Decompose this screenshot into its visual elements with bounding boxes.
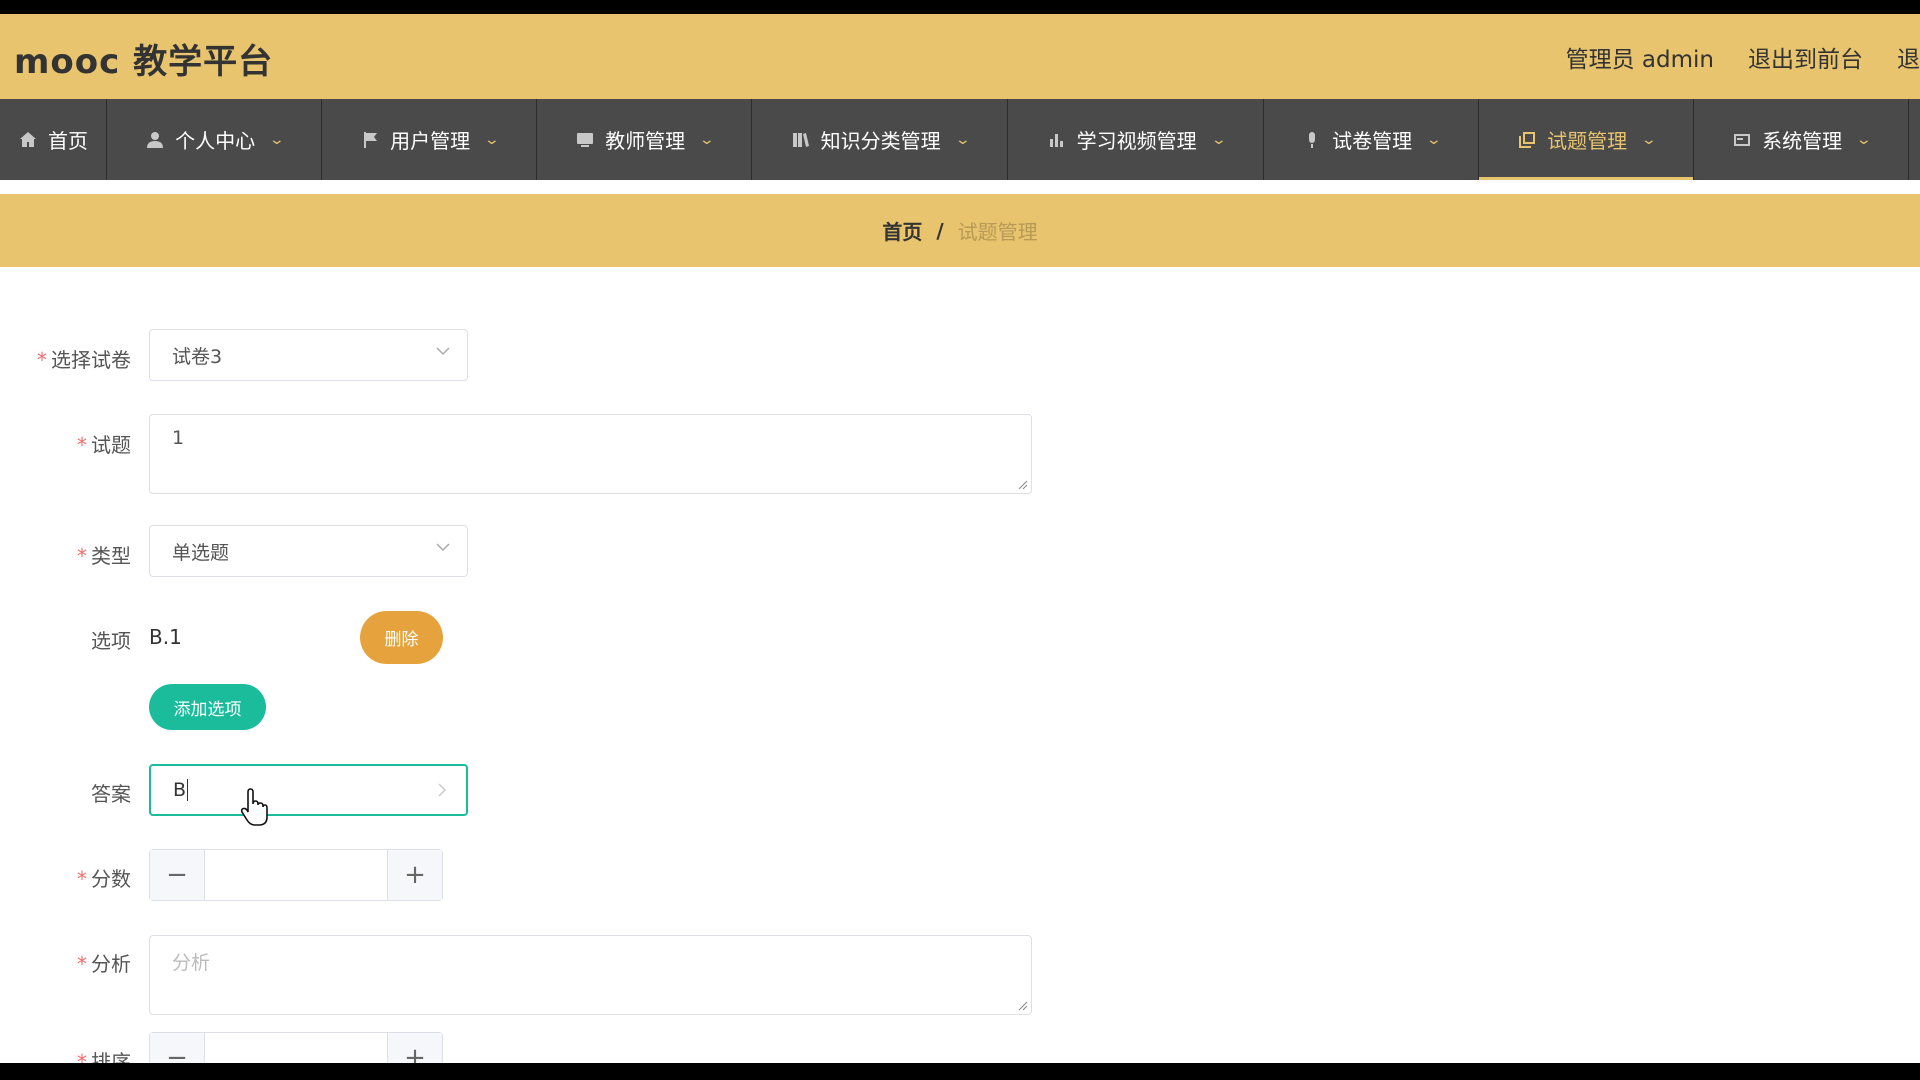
- type-label: * 类型: [77, 544, 131, 568]
- main-nav: 首页 个人中心 ⌄ 用户管理 ⌄ 教师管理 ⌄ 知识分类管理 ⌄ 学习视频管理 …: [0, 99, 1920, 180]
- score-decrement-button[interactable]: −: [150, 850, 205, 900]
- breadcrumb: 首页 / 试题管理: [0, 194, 1920, 267]
- header-links: 管理员 admin 退出到前台 退: [1566, 40, 1920, 74]
- chevron-down-icon: ⌄: [1640, 131, 1658, 148]
- nav-item-system-management[interactable]: 系统管理 ⌄: [1694, 99, 1909, 180]
- option-item: B.1: [149, 625, 182, 649]
- chevron-right-icon: [438, 783, 447, 797]
- logout-link[interactable]: 退: [1897, 40, 1920, 74]
- answer-label: 答案: [91, 782, 131, 806]
- breadcrumb-home[interactable]: 首页: [882, 216, 922, 245]
- resize-handle-icon[interactable]: [1016, 478, 1028, 490]
- chevron-down-icon: [436, 347, 450, 356]
- score-label: * 分数: [77, 867, 131, 891]
- resize-handle-icon[interactable]: [1016, 999, 1028, 1011]
- analysis-textarea[interactable]: 分析: [149, 935, 1032, 1015]
- nav-item-label: 试题管理: [1547, 129, 1628, 153]
- nav-item-video-management[interactable]: 学习视频管理 ⌄: [1008, 99, 1264, 180]
- breadcrumb-separator: /: [936, 218, 944, 243]
- microphone-icon: [1309, 131, 1316, 148]
- type-select-value: 单选题: [172, 541, 230, 564]
- brand-title: mooc 教学平台: [14, 42, 274, 82]
- score-increment-button[interactable]: +: [387, 850, 442, 900]
- exit-to-front-link[interactable]: 退出到前台: [1748, 40, 1863, 74]
- nav-item-label: 教师管理: [605, 129, 686, 153]
- score-input[interactable]: [205, 850, 387, 900]
- paper-select-value: 试卷3: [172, 345, 223, 368]
- answer-value: B: [173, 779, 187, 801]
- chevron-down-icon: ⌄: [698, 131, 716, 148]
- copy-icon: [1519, 131, 1536, 148]
- type-select[interactable]: 单选题: [149, 525, 468, 577]
- books-icon: [792, 132, 809, 147]
- options-label: 选项: [91, 629, 131, 653]
- nav-item-label: 个人中心: [175, 129, 256, 153]
- flag-icon: [364, 131, 378, 148]
- order-label: * 排序: [77, 1050, 131, 1063]
- question-textarea[interactable]: 1: [149, 414, 1032, 494]
- nav-item-label: 知识分类管理: [820, 129, 941, 153]
- question-label: * 试题: [77, 433, 131, 457]
- question-form: * 选择试卷 试卷3 * 试题 1 * 类型 单选题 选项 B.1 删除 添加选项 答…: [0, 282, 1920, 1063]
- nav-item-label: 用户管理: [390, 129, 471, 153]
- chevron-down-icon: [436, 543, 450, 552]
- nav-item-label: 首页: [48, 129, 88, 153]
- add-option-button[interactable]: 添加选项: [149, 684, 266, 730]
- chevron-down-icon: ⌄: [1210, 131, 1227, 148]
- order-input[interactable]: [205, 1033, 387, 1063]
- hand-pointer-icon: [240, 788, 268, 826]
- question-value: 1: [172, 427, 185, 449]
- order-increment-button[interactable]: +: [387, 1033, 442, 1063]
- score-stepper[interactable]: − +: [149, 849, 443, 901]
- paper-label: * 选择试卷: [37, 348, 131, 372]
- order-decrement-button[interactable]: −: [150, 1033, 205, 1063]
- answer-input[interactable]: B: [149, 764, 468, 816]
- nav-item-user-management[interactable]: 用户管理 ⌄: [322, 99, 537, 180]
- home-icon: [20, 131, 36, 147]
- top-header: mooc 教学平台 管理员 admin 退出到前台 退: [0, 14, 1920, 99]
- breadcrumb-current: 试题管理: [957, 220, 1038, 244]
- nav-item-teacher-management[interactable]: 教师管理 ⌄: [537, 99, 752, 180]
- chevron-down-icon: ⌄: [483, 131, 501, 148]
- chevron-down-icon: ⌄: [954, 131, 971, 148]
- app-window: mooc 教学平台 管理员 admin 退出到前台 退 首页 个人中心 ⌄ 用户…: [0, 14, 1920, 1063]
- nav-item-question-management[interactable]: 试题管理 ⌄: [1479, 99, 1694, 180]
- user-icon: [147, 131, 164, 148]
- monitor-icon: [577, 132, 594, 147]
- delete-option-button[interactable]: 删除: [360, 611, 443, 664]
- nav-item-label: 试卷管理: [1332, 129, 1413, 153]
- card-icon: [1734, 133, 1751, 146]
- analysis-label: * 分析: [77, 952, 131, 976]
- nav-item-personal-center[interactable]: 个人中心 ⌄: [107, 99, 322, 180]
- nav-item-knowledge-category[interactable]: 知识分类管理 ⌄: [752, 99, 1008, 180]
- chevron-down-icon: ⌄: [1855, 131, 1873, 148]
- chevron-down-icon: ⌄: [268, 131, 286, 148]
- paper-select[interactable]: 试卷3: [149, 329, 468, 381]
- text-cursor: [187, 779, 189, 801]
- order-stepper[interactable]: − +: [149, 1032, 443, 1063]
- chevron-down-icon: ⌄: [1425, 131, 1443, 148]
- nav-item-label: 学习视频管理: [1076, 129, 1197, 153]
- admin-user-label: 管理员 admin: [1565, 47, 1714, 73]
- nav-item-paper-management[interactable]: 试卷管理 ⌄: [1264, 99, 1479, 180]
- bar-chart-icon: [1049, 133, 1063, 147]
- nav-item-home[interactable]: 首页: [0, 99, 107, 180]
- analysis-placeholder: 分析: [172, 952, 211, 974]
- nav-item-label: 系统管理: [1762, 129, 1843, 153]
